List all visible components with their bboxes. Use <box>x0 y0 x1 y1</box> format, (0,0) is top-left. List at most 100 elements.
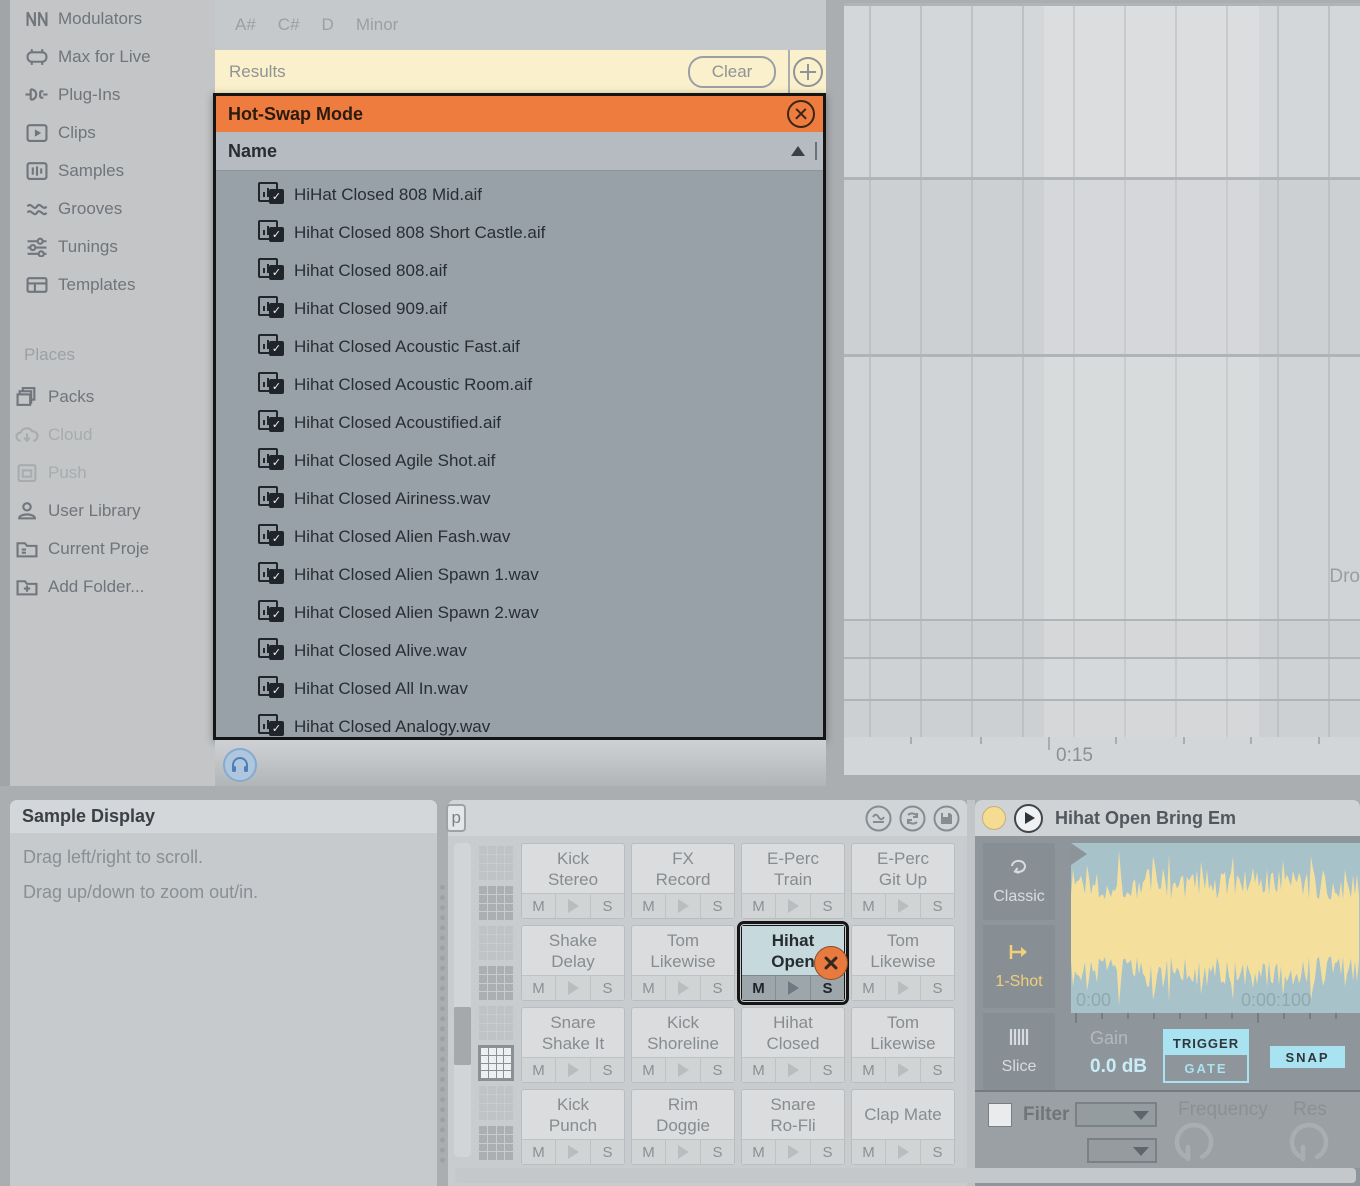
pad-play-button[interactable] <box>885 976 921 1000</box>
drum-pad-tom-likewise[interactable]: TomLikewiseMS <box>851 1007 955 1083</box>
mute-button[interactable]: M <box>522 894 555 918</box>
drum-rack-title-truncated[interactable]: p <box>446 804 466 832</box>
filter-slope-dropdown[interactable] <box>1087 1138 1157 1163</box>
pad-play-button[interactable] <box>885 1140 921 1164</box>
sidebar-item-tunings[interactable]: Tunings <box>10 228 215 266</box>
sample-list-item[interactable]: ✓Hihat Closed All In.wav <box>216 670 823 708</box>
mute-button[interactable]: M <box>852 894 885 918</box>
sample-list-item[interactable]: ✓Hihat Closed Agile Shot.aif <box>216 442 823 480</box>
solo-button[interactable]: S <box>701 1058 734 1082</box>
sidebar-item-clips[interactable]: Clips <box>10 114 215 152</box>
drum-pad-e-perc-train[interactable]: E-PercTrainMS <box>741 843 845 919</box>
pad-bank-overview[interactable] <box>478 845 516 1165</box>
pad-bank-page[interactable] <box>478 885 514 921</box>
gain-value[interactable]: 0.0 dB <box>1090 1056 1147 1078</box>
sample-list-item[interactable]: ✓Hihat Closed Acoustified.aif <box>216 404 823 442</box>
pad-play-button[interactable] <box>775 894 811 918</box>
sample-list-item[interactable]: ✓Hihat Closed Alien Fash.wav <box>216 518 823 556</box>
solo-button[interactable]: S <box>811 1140 844 1164</box>
solo-button[interactable]: S <box>811 894 844 918</box>
pad-play-button[interactable] <box>665 976 701 1000</box>
pad-bank-page[interactable] <box>478 845 514 881</box>
auto-select-icon[interactable] <box>865 805 892 832</box>
time-ruler[interactable]: 0:15 <box>844 737 1360 775</box>
pad-play-button[interactable] <box>665 1140 701 1164</box>
solo-button[interactable]: S <box>701 1140 734 1164</box>
preview-headphones-icon[interactable] <box>223 748 257 782</box>
plus-icon[interactable] <box>793 57 823 87</box>
mode-button-classic[interactable]: Classic <box>983 843 1055 920</box>
pad-play-button[interactable] <box>555 976 591 1000</box>
drum-pad-snare-ro-fli[interactable]: SnareRo-FliMS <box>741 1089 845 1165</box>
sample-list-item[interactable]: ✓Hihat Closed 808.aif <box>216 252 823 290</box>
mute-button[interactable]: M <box>742 1058 775 1082</box>
pad-bank-page[interactable] <box>478 925 514 961</box>
pad-bank-page[interactable] <box>478 1125 514 1161</box>
drum-pad-clap-mate[interactable]: Clap MateMS <box>851 1089 955 1165</box>
pad-play-button[interactable] <box>775 1058 811 1082</box>
frequency-knob[interactable] <box>1171 1119 1217 1168</box>
mute-button[interactable]: M <box>852 1140 885 1164</box>
mute-button[interactable]: M <box>852 976 885 1000</box>
sidebar-item-packs[interactable]: Packs <box>0 378 205 416</box>
close-icon[interactable] <box>787 100 815 128</box>
pad-bank-current-page[interactable] <box>478 1045 514 1081</box>
sample-list-item[interactable]: ✓Hihat Closed Airiness.wav <box>216 480 823 518</box>
mute-button[interactable]: M <box>522 1140 555 1164</box>
name-column-header[interactable]: Name <box>216 132 823 171</box>
filter-tag-d[interactable]: D <box>322 15 334 35</box>
sample-list-item[interactable]: ✓Hihat Closed Alien Spawn 1.wav <box>216 556 823 594</box>
device-divider[interactable] <box>967 800 975 1186</box>
filter-checkbox[interactable] <box>988 1103 1012 1127</box>
drum-pad-snare-shake-it[interactable]: SnareShake ItMS <box>521 1007 625 1083</box>
solo-button[interactable]: S <box>921 1058 954 1082</box>
solo-button[interactable]: S <box>921 894 954 918</box>
filter-tag-minor[interactable]: Minor <box>356 15 399 35</box>
mute-button[interactable]: M <box>742 894 775 918</box>
filter-tag-csharp[interactable]: C# <box>278 15 300 35</box>
snap-button[interactable]: SNAP <box>1270 1046 1345 1068</box>
mode-button-slice[interactable]: Slice <box>983 1013 1055 1090</box>
sidebar-item-samples[interactable]: Samples <box>10 152 215 190</box>
hot-swap-icon[interactable] <box>899 805 926 832</box>
pad-bank-page[interactable] <box>478 1005 514 1041</box>
pad-play-button[interactable] <box>555 1140 591 1164</box>
drum-pad-fx-record[interactable]: FXRecordMS <box>631 843 735 919</box>
sample-list-item[interactable]: ✓Hihat Closed 808 Short Castle.aif <box>216 214 823 252</box>
pad-play-button[interactable] <box>555 1058 591 1082</box>
solo-button[interactable]: S <box>591 1140 624 1164</box>
pad-play-button[interactable] <box>555 894 591 918</box>
filter-tag-asharp[interactable]: A# <box>235 15 256 35</box>
save-icon[interactable] <box>933 805 960 832</box>
device-view-scrollbar[interactable] <box>455 1168 1356 1183</box>
pad-play-button[interactable] <box>665 894 701 918</box>
solo-button[interactable]: S <box>701 976 734 1000</box>
drum-pad-hihat-open[interactable]: HihatOpenMS <box>741 925 845 1001</box>
solo-button[interactable]: S <box>591 976 624 1000</box>
sample-waveform[interactable]: 0:00 0:00:100 <box>1071 843 1360 1013</box>
device-on-toggle[interactable] <box>982 806 1006 830</box>
drum-pad-shake-delay[interactable]: ShakeDelayMS <box>521 925 625 1001</box>
mute-button[interactable]: M <box>742 976 775 1000</box>
panel-resize-handle[interactable] <box>440 885 445 1163</box>
mute-button[interactable]: M <box>522 976 555 1000</box>
drum-pad-kick-punch[interactable]: KickPunchMS <box>521 1089 625 1165</box>
sample-list-item[interactable]: ✓Hihat Closed Alive.wav <box>216 632 823 670</box>
res-knob[interactable] <box>1286 1119 1332 1168</box>
pad-play-button[interactable] <box>665 1058 701 1082</box>
solo-button[interactable]: S <box>921 1140 954 1164</box>
drum-pad-hihat-closed[interactable]: HihatClosedMS <box>741 1007 845 1083</box>
drum-pad-kick-stereo[interactable]: KickStereoMS <box>521 843 625 919</box>
play-icon[interactable] <box>1014 804 1043 833</box>
sidebar-item-max-for-live[interactable]: Max for Live <box>10 38 215 76</box>
trigger-button[interactable]: TRIGGER <box>1165 1031 1247 1055</box>
sample-list-item[interactable]: ✓Hihat Closed Acoustic Room.aif <box>216 366 823 404</box>
clear-filters-button[interactable]: Clear <box>688 56 776 88</box>
sample-list-item[interactable]: ✓Hihat Closed Alien Spawn 2.wav <box>216 594 823 632</box>
mute-button[interactable]: M <box>632 1140 665 1164</box>
sample-list-item[interactable]: ✓Hihat Closed 909.aif <box>216 290 823 328</box>
solo-button[interactable]: S <box>811 1058 844 1082</box>
pad-play-button[interactable] <box>885 894 921 918</box>
pad-bank-page[interactable] <box>478 1085 514 1121</box>
sample-list-item[interactable]: ✓Hihat Closed Acoustic Fast.aif <box>216 328 823 366</box>
